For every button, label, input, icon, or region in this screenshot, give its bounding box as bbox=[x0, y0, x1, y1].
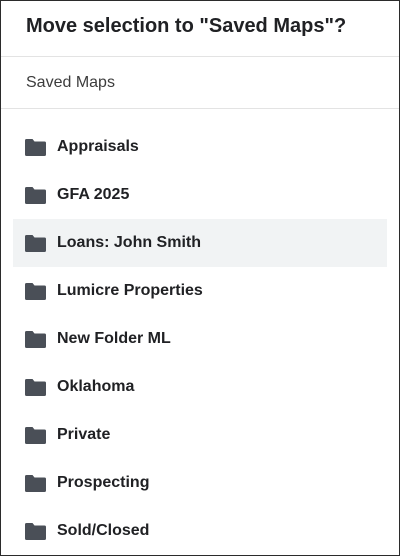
folder-label: Prospecting bbox=[57, 474, 150, 491]
breadcrumb[interactable]: Saved Maps bbox=[1, 57, 399, 109]
folder-item[interactable]: Lumicre Properties bbox=[13, 267, 387, 315]
folder-item[interactable]: Sold/Closed bbox=[13, 507, 387, 555]
folder-item[interactable]: New Folder ML bbox=[13, 315, 387, 363]
folder-label: Appraisals bbox=[57, 138, 139, 155]
folder-label: GFA 2025 bbox=[57, 186, 130, 203]
folder-icon bbox=[25, 282, 46, 300]
folder-icon bbox=[25, 186, 46, 204]
folder-item[interactable]: GFA 2025 bbox=[13, 171, 387, 219]
folder-item[interactable]: Oklahoma bbox=[13, 363, 387, 411]
folder-icon bbox=[25, 474, 46, 492]
move-dialog: Move selection to "Saved Maps"? Saved Ma… bbox=[0, 0, 400, 556]
dialog-title: Move selection to "Saved Maps"? bbox=[1, 1, 399, 57]
folder-label: Sold/Closed bbox=[57, 522, 150, 539]
folder-label: New Folder ML bbox=[57, 330, 171, 347]
folder-icon bbox=[25, 522, 46, 540]
folder-icon bbox=[25, 234, 46, 252]
folder-label: Lumicre Properties bbox=[57, 282, 203, 299]
folder-icon bbox=[25, 426, 46, 444]
folder-label: Oklahoma bbox=[57, 378, 135, 395]
folder-icon bbox=[25, 330, 46, 348]
folder-item[interactable]: Appraisals bbox=[13, 123, 387, 171]
folder-icon bbox=[25, 378, 46, 396]
folder-item[interactable]: Prospecting bbox=[13, 459, 387, 507]
folder-item[interactable]: Private bbox=[13, 411, 387, 459]
folder-label: Private bbox=[57, 426, 111, 443]
folder-item[interactable]: Loans: John Smith bbox=[13, 219, 387, 267]
folder-label: Loans: John Smith bbox=[57, 234, 201, 251]
folder-icon bbox=[25, 138, 46, 156]
folder-list: Appraisals GFA 2025 Loans: John Smith Lu… bbox=[1, 123, 399, 555]
